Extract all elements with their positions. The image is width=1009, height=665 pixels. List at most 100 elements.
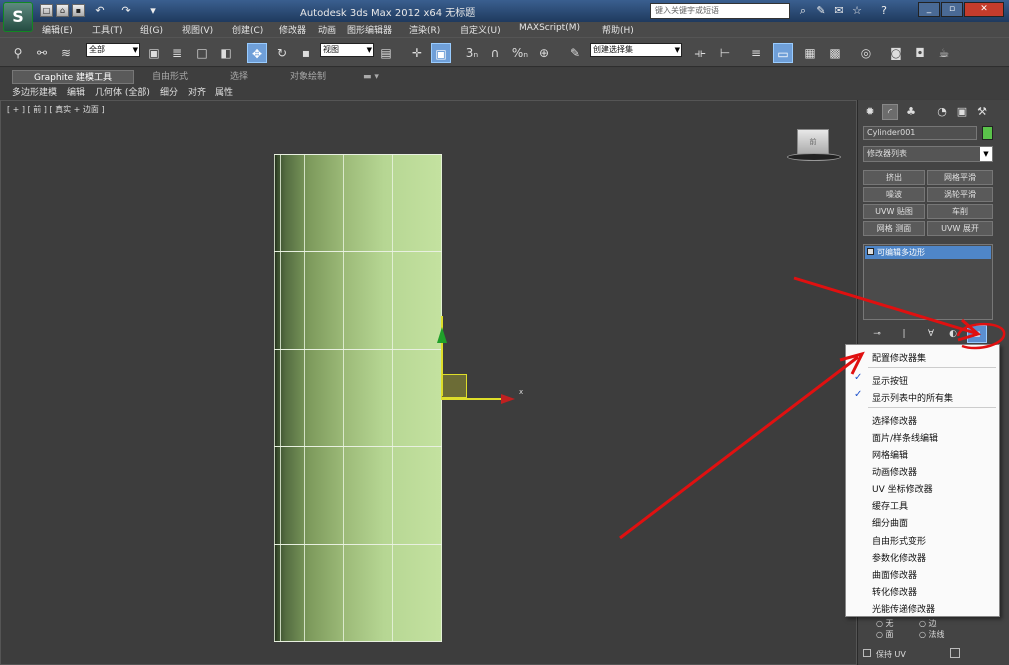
curve-editor-icon[interactable]: ▦ (800, 43, 820, 63)
angle-snap-icon[interactable]: ∩ (485, 43, 505, 63)
meshsmooth-button[interactable]: 网格平滑 (927, 170, 993, 185)
menu-create[interactable]: 创建(C) (232, 23, 263, 36)
tab-selection[interactable]: 选择 (214, 70, 264, 84)
menu-modifiers[interactable]: 修改器 (279, 23, 306, 36)
graphite-toggle-icon[interactable]: ▭ (773, 43, 793, 63)
uvw-map-button[interactable]: UVW 贴图 (863, 204, 925, 219)
keep-uv-checkbox[interactable] (863, 649, 871, 657)
gizmo-plane-handle[interactable] (441, 374, 467, 398)
motion-tab-icon[interactable]: ◔ (934, 104, 950, 120)
subtab-subdivision[interactable]: 细分 (160, 85, 178, 98)
tab-object-paint[interactable]: 对象绘制 (276, 70, 340, 84)
snaps-toggle-icon[interactable]: 3ₙ (462, 43, 482, 63)
render-setup-icon[interactable]: ◙ (886, 43, 906, 63)
keep-uv-settings-button[interactable] (950, 648, 960, 658)
open-icon[interactable]: ⌂ (56, 4, 69, 17)
chevron-down-icon[interactable]: ▼ (980, 147, 992, 161)
selection-filter-dropdown[interactable]: 全部 (86, 43, 140, 57)
configure-modifier-sets-button[interactable]: ▦ (967, 325, 987, 343)
menu-views[interactable]: 视图(V) (182, 23, 213, 36)
option-none[interactable]: 无 (886, 619, 894, 628)
render-icon[interactable]: ☕ (934, 43, 954, 63)
undo-icon[interactable]: ↶ (92, 3, 108, 19)
edit-named-selection-icon[interactable]: ✎ (565, 43, 585, 63)
subtab-edit[interactable]: 编辑 (67, 85, 85, 98)
close-button[interactable]: ✕ (964, 2, 1004, 17)
menu-item-configure-sets[interactable]: 配置修改器集 (872, 351, 926, 364)
favorites-icon[interactable]: ☆ (849, 3, 865, 19)
menu-item-set[interactable]: 曲面修改器 (872, 568, 917, 581)
bind-spacewarp-icon[interactable]: ≋ (56, 43, 76, 63)
keyboard-shortcut-icon[interactable]: ▣ (431, 43, 451, 63)
modifier-stack[interactable]: 可编辑多边形 (863, 244, 993, 320)
menu-group[interactable]: 组(G) (140, 23, 163, 36)
search-input[interactable]: 键入关键字或短语 (650, 3, 790, 19)
mirror-icon[interactable]: ⟛ (690, 43, 710, 63)
subtab-geometry[interactable]: 几何体 (全部) (95, 85, 150, 98)
menu-tools[interactable]: 工具(T) (92, 23, 123, 36)
display-tab-icon[interactable]: ▣ (954, 104, 970, 120)
rectangle-selection-icon[interactable]: □ (192, 43, 212, 63)
stack-item-editable-poly[interactable]: 可编辑多边形 (865, 246, 991, 259)
help-icon[interactable]: ? (876, 3, 892, 19)
modify-tab-icon[interactable]: ◜ (882, 104, 898, 120)
reference-coord-dropdown[interactable]: 视图 (320, 43, 374, 57)
app-logo[interactable]: S (3, 2, 33, 32)
menu-graph-editors[interactable]: 图形编辑器 (347, 23, 392, 36)
named-selection-dropdown[interactable]: 创建选择集 (590, 43, 682, 57)
menu-item-set[interactable]: 参数化修改器 (872, 551, 926, 564)
select-object-icon[interactable]: ▣ (144, 43, 164, 63)
object-color-swatch[interactable] (982, 126, 993, 140)
noise-button[interactable]: 噪波 (863, 187, 925, 202)
communication-icon[interactable]: ✉ (831, 3, 847, 19)
select-scale-icon[interactable]: ▪ (296, 43, 316, 63)
menu-customize[interactable]: 自定义(U) (460, 23, 501, 36)
cylinder-object[interactable] (274, 154, 442, 642)
hierarchy-tab-icon[interactable]: ♣ (903, 104, 919, 120)
link-icon[interactable]: ⚲ (8, 43, 28, 63)
pin-stack-icon[interactable]: ⊸ (868, 326, 886, 342)
viewcube[interactable]: 前 (797, 129, 829, 155)
option-face[interactable]: 面 (886, 630, 894, 639)
menu-help[interactable]: 帮助(H) (602, 23, 634, 36)
gizmo-x-arrow[interactable] (501, 394, 515, 404)
new-icon[interactable]: □ (40, 4, 53, 17)
binoculars-icon[interactable]: ⌕ (795, 3, 811, 19)
front-viewport[interactable]: [ + ] [ 前 ] [ 真实 + 边面 ] x 前 (0, 100, 857, 665)
option-edge[interactable]: 边 (928, 619, 936, 628)
remove-modifier-icon[interactable]: ◐ (944, 326, 962, 342)
window-crossing-icon[interactable]: ◧ (216, 43, 236, 63)
option-normal[interactable]: 法线 (928, 630, 944, 639)
menu-item-set[interactable]: 自由形式变形 (872, 534, 926, 547)
make-unique-icon[interactable]: ∀ (922, 326, 940, 342)
show-end-result-icon[interactable]: | (895, 326, 913, 342)
subtab-properties[interactable]: 属性 (215, 85, 233, 98)
menu-edit[interactable]: 编辑(E) (42, 23, 73, 36)
create-tab-icon[interactable]: ✹ (862, 104, 878, 120)
material-editor-icon[interactable]: ◎ (856, 43, 876, 63)
menu-item-set[interactable]: 选择修改器 (872, 414, 917, 427)
gizmo-y-arrow[interactable] (437, 327, 447, 343)
tools-icon[interactable]: ✎ (813, 3, 829, 19)
ribbon-options-icon[interactable]: ▬ ▾ (356, 70, 386, 84)
select-by-name-icon[interactable]: ≣ (167, 43, 187, 63)
save-icon[interactable]: ▪ (72, 4, 85, 17)
mesh-select-button[interactable]: 网格 测面 (863, 221, 925, 236)
dropdown-icon[interactable]: ▾ (145, 3, 161, 19)
tab-freeform[interactable]: 自由形式 (140, 70, 200, 84)
modifier-list-dropdown[interactable]: 修改器列表 (863, 146, 993, 162)
menu-item-set[interactable]: 细分曲面 (872, 516, 908, 529)
subtab-align[interactable]: 对齐 (188, 85, 206, 98)
menu-item-show-all-sets[interactable]: 显示列表中的所有集 (872, 391, 953, 404)
menu-item-set[interactable]: 面片/样条线编辑 (872, 431, 938, 444)
align-icon[interactable]: ⊢ (715, 43, 735, 63)
spinner-snap-icon[interactable]: ⊕ (534, 43, 554, 63)
unwrap-uvw-button[interactable]: UVW 展开 (927, 221, 993, 236)
utilities-tab-icon[interactable]: ⚒ (974, 104, 990, 120)
minimize-button[interactable]: _ (918, 2, 940, 17)
tab-graphite[interactable]: Graphite 建模工具 (12, 70, 134, 84)
select-move-icon[interactable]: ✥ (247, 43, 267, 63)
object-name-field[interactable]: Cylinder001 (863, 126, 977, 140)
pivot-center-icon[interactable]: ▤ (376, 43, 396, 63)
menu-item-set[interactable]: 转化修改器 (872, 585, 917, 598)
